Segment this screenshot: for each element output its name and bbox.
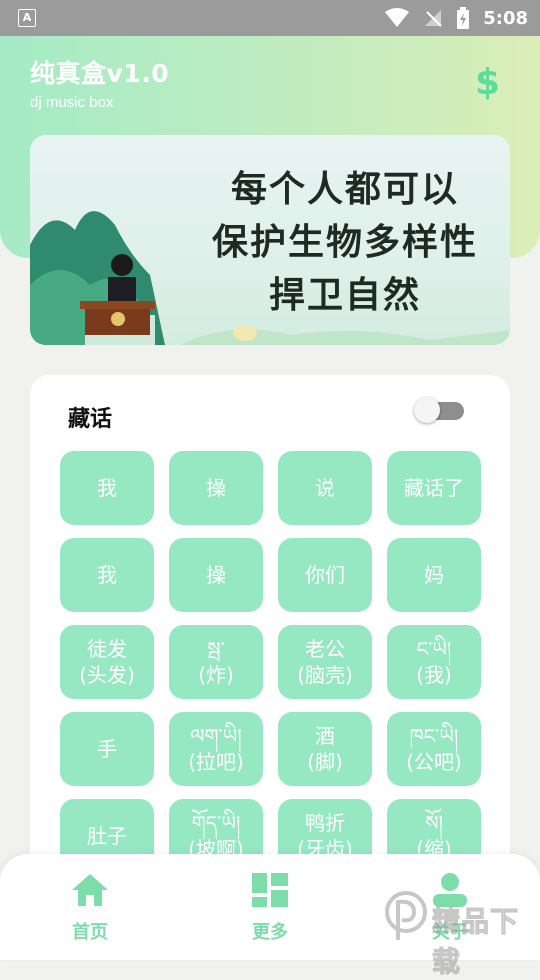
word-button[interactable]: 妈 xyxy=(387,538,481,612)
wifi-icon xyxy=(385,8,410,27)
word-button[interactable]: ཁང་ཡི། (公吧) xyxy=(387,712,481,786)
word-button[interactable]: 老公 (脑壳) xyxy=(278,625,372,699)
toggle-knob xyxy=(414,397,440,423)
banner[interactable]: 每个人都可以 保护生物多样性 捍卫自然 xyxy=(30,135,510,345)
battery-icon xyxy=(457,7,470,29)
watermark-text: 精品下载 xyxy=(432,905,520,979)
nav-more[interactable]: 更多 xyxy=(210,872,330,944)
word-button[interactable]: 藏话了 xyxy=(387,451,481,525)
watermark: 精品下载 xyxy=(384,886,534,979)
watermark-logo-icon xyxy=(385,891,427,940)
word-button[interactable]: ང་ཡི། (我) xyxy=(387,625,481,699)
app-notification-icon: A xyxy=(18,9,36,27)
word-card: 藏话 我 操 说 藏话了 我 操 你们 妈 徒发 (头发) སྦ་ (炸) 老公… xyxy=(30,375,510,895)
word-button[interactable]: 操 xyxy=(169,538,263,612)
dollar-icon[interactable]: $ xyxy=(475,62,500,103)
bottom-nav: 首页 更多 关于 精品下载 xyxy=(0,854,540,979)
clock: 5:08 xyxy=(483,7,528,29)
word-button[interactable]: 说 xyxy=(278,451,372,525)
home-icon xyxy=(72,874,108,906)
word-button[interactable]: 酒 (脚) xyxy=(278,712,372,786)
word-button[interactable]: ལག་ཡི། (拉吧) xyxy=(169,712,263,786)
card-title: 藏话 xyxy=(68,407,113,432)
word-button[interactable]: 我 xyxy=(60,451,154,525)
status-icons: 5:08 xyxy=(385,6,528,30)
no-signal-icon xyxy=(425,10,442,27)
grid-icon xyxy=(252,873,288,907)
toggle-switch[interactable] xyxy=(414,397,464,423)
word-button[interactable]: 徒发 (头发) xyxy=(60,625,154,699)
nav-home[interactable]: 首页 xyxy=(30,872,150,944)
status-bar: A 5:08 xyxy=(0,0,540,36)
app-title: 纯真盒v1.0 xyxy=(30,59,170,88)
word-button[interactable]: 你们 xyxy=(278,538,372,612)
nav-more-label: 更多 xyxy=(252,922,288,943)
word-button[interactable]: 我 xyxy=(60,538,154,612)
word-button[interactable]: 手 xyxy=(60,712,154,786)
nav-home-label: 首页 xyxy=(72,922,108,943)
word-button[interactable]: སྦ་ (炸) xyxy=(169,625,263,699)
word-button[interactable]: 操 xyxy=(169,451,263,525)
banner-text: 每个人都可以 保护生物多样性 捍卫自然 xyxy=(211,168,478,316)
app-subtitle: dj music box xyxy=(30,94,114,111)
word-grid: 我 操 说 藏话了 我 操 你们 妈 徒发 (头发) སྦ་ (炸) 老公 (脑… xyxy=(60,451,481,873)
